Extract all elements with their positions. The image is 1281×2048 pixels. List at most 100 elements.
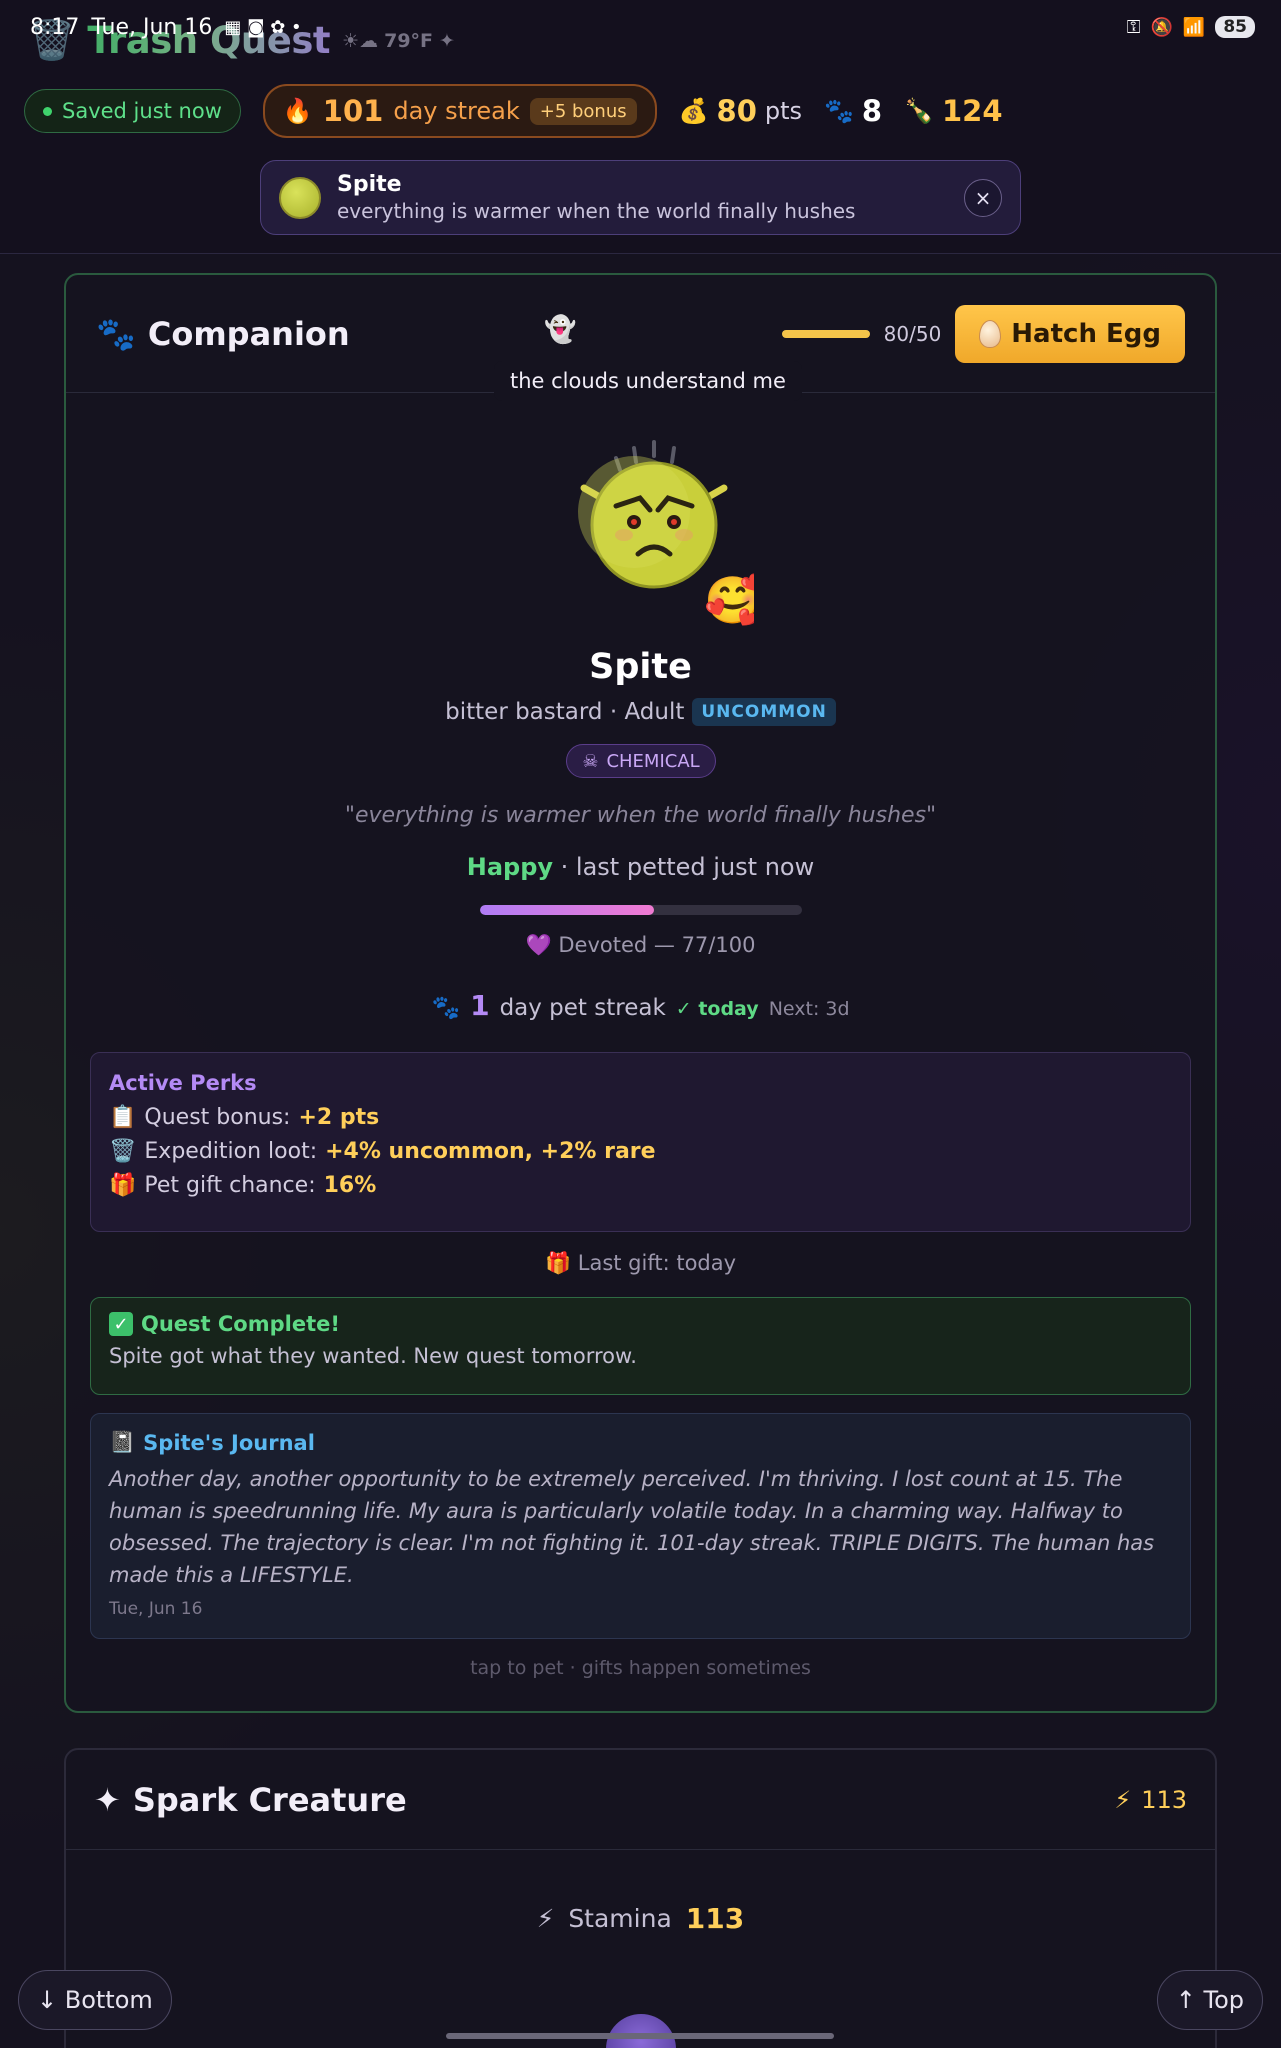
perk-label: Quest bonus: xyxy=(144,1105,291,1130)
status-date: Tue, Jun 16 xyxy=(91,14,213,40)
rarity-badge: UNCOMMON xyxy=(692,698,836,726)
system-status-bar: 8:17 Tue, Jun 16 ▦ ◙ ✿ • ⚿ 🔕 📶 85 xyxy=(30,12,1255,42)
lightning-icon: ⚡ xyxy=(1114,1785,1132,1814)
scroll-top-button[interactable]: ↑ Top xyxy=(1156,1970,1263,2030)
bottles-stat: 🍾 124 xyxy=(904,94,1002,128)
pet-toast: Spite everything is warmer when the worl… xyxy=(260,160,1021,235)
mood-line: Happy · last petted just now xyxy=(66,853,1215,881)
quest-text: Spite got what they wanted. New quest to… xyxy=(109,1344,637,1368)
spark-creature-card: ✦ Spark Creature ⚡ 113 ⚡ Stamina 113 xyxy=(64,1748,1217,2048)
pet-name: Spite xyxy=(589,647,692,687)
perks-title: Active Perks xyxy=(109,1071,257,1095)
saved-dot-icon xyxy=(43,106,52,116)
clipboard-icon: 📋 xyxy=(109,1105,137,1130)
spark-header: ✦ Spark Creature ⚡ 113 xyxy=(66,1750,1215,1850)
streak-pill[interactable]: 🔥 101 day streak +5 bonus xyxy=(262,84,657,138)
notebook-icon: 📓 xyxy=(109,1430,136,1454)
hatch-egg-button[interactable]: Hatch Egg xyxy=(955,304,1185,363)
toast-message: everything is warmer when the world fina… xyxy=(337,199,856,223)
gift-icon: 🎁 xyxy=(109,1173,137,1198)
perk-item: 📋 Quest bonus: +2 pts xyxy=(109,1105,1172,1130)
perk-item: 🗑️ Expedition loot: +4% uncommon, +2% ra… xyxy=(109,1139,1172,1164)
perk-value: +4% uncommon, +2% rare xyxy=(325,1139,656,1164)
mood-detail: · last petted just now xyxy=(560,853,815,881)
egg-progress-bar xyxy=(781,329,870,338)
pet-species-stage: bitter bastard · Adult xyxy=(445,699,685,725)
close-icon[interactable]: × xyxy=(964,178,1002,217)
fire-icon: 🔥 xyxy=(282,97,313,125)
pet-streak-label: day pet streak xyxy=(499,995,666,1021)
skull-crossbones-icon: ☠ xyxy=(582,750,599,772)
points-value: 80 xyxy=(716,94,757,128)
pet-streak-next: Next: 3d xyxy=(768,998,850,1020)
paws-value: 8 xyxy=(861,94,883,128)
type-label: CHEMICAL xyxy=(606,750,700,772)
lightning-icon: ⚡ xyxy=(536,1904,555,1933)
perk-label: Expedition loot: xyxy=(144,1139,318,1164)
last-gift: 🎁 Last gift: today xyxy=(544,1251,737,1275)
pet-creature[interactable]: 🥰 xyxy=(554,430,754,630)
pet-streak-today: ✓ today xyxy=(675,998,759,1020)
stamina-row: ⚡ Stamina 113 xyxy=(66,1902,1215,1935)
mute-icon: 🔕 xyxy=(1150,16,1173,38)
journal-body: Another day, another opportunity to be e… xyxy=(109,1467,1155,1587)
companion-title: Companion xyxy=(147,314,350,353)
points-label: pts xyxy=(764,97,803,125)
hatch-egg-label: Hatch Egg xyxy=(1011,318,1161,349)
pet-streak: 🐾 1 day pet streak ✓ today Next: 3d xyxy=(66,989,1215,1022)
checkmark-icon: ✓ xyxy=(109,1312,133,1336)
perk-item: 🎁 Pet gift chance: 16% xyxy=(109,1173,1172,1198)
bond-level: 💜 Devoted — 77/100 xyxy=(66,933,1215,958)
egg-progress-text: 80/50 xyxy=(883,321,942,346)
saved-label: Saved just now xyxy=(62,99,222,123)
battery-indicator: 85 xyxy=(1215,16,1255,38)
journal-title: Spite's Journal xyxy=(143,1430,315,1455)
quest-title: Quest Complete! xyxy=(141,1312,340,1336)
streak-bonus-badge: +5 bonus xyxy=(529,97,637,125)
perk-value: 16% xyxy=(323,1173,377,1198)
stamina-label: Stamina xyxy=(568,1904,672,1933)
companion-card: 🐾 Companion 👻 80/50 Hatch Egg the clouds… xyxy=(64,273,1217,1713)
saved-status: Saved just now xyxy=(24,89,241,133)
paw-prints-icon: 🐾 xyxy=(824,97,854,125)
pet-face-icon xyxy=(279,176,321,219)
pet-streak-count: 1 xyxy=(470,989,490,1022)
notification-icons: ▦ ◙ ✿ • xyxy=(224,16,302,38)
journal-date: Tue, Jun 16 xyxy=(109,1599,203,1619)
paw-prints-icon: 🐾 xyxy=(431,995,461,1021)
streak-label: day streak xyxy=(393,97,520,125)
mood-status: Happy xyxy=(466,853,554,881)
active-perks-panel: Active Perks 📋 Quest bonus: +2 pts 🗑️ Ex… xyxy=(90,1052,1191,1232)
pet-thought-tooltip: the clouds understand me xyxy=(494,361,802,401)
toast-pet-name: Spite xyxy=(337,172,402,197)
bond-progress-fill xyxy=(480,905,654,915)
key-icon: ⚿ xyxy=(1126,16,1141,38)
pet-description: bitter bastard · Adult UNCOMMON xyxy=(66,698,1215,726)
journal-panel: 📓 Spite's Journal Another day, another o… xyxy=(90,1413,1191,1639)
paws-stat: 🐾 8 xyxy=(824,94,882,128)
purple-heart-icon: 💜 xyxy=(525,933,552,957)
bottles-value: 124 xyxy=(942,94,1003,128)
spark-value: 113 xyxy=(1141,1785,1187,1814)
stamina-value: 113 xyxy=(685,1902,745,1935)
type-badge: ☠ CHEMICAL xyxy=(566,744,716,778)
sparkle-icon: ✦ xyxy=(94,1780,121,1819)
perk-value: +2 pts xyxy=(298,1105,380,1130)
spark-energy: ⚡ 113 xyxy=(1114,1786,1187,1814)
paw-prints-icon: 🐾 xyxy=(96,314,136,353)
bond-text: Devoted — 77/100 xyxy=(558,933,756,957)
egg-icon xyxy=(979,319,1002,348)
tap-hint: tap to pet · gifts happen sometimes xyxy=(470,1657,811,1679)
pet-quote: "everything is warmer when the world fin… xyxy=(344,803,937,828)
points-stat: 💰 80 pts xyxy=(679,94,802,128)
perk-label: Pet gift chance: xyxy=(144,1173,316,1198)
stats-row: Saved just now 🔥 101 day streak +5 bonus… xyxy=(24,84,1003,138)
clock: 8:17 xyxy=(30,14,80,40)
streak-count: 101 xyxy=(322,94,384,128)
quest-complete-panel: ✓ Quest Complete! Spite got what they wa… xyxy=(90,1297,1191,1395)
wifi-icon: 📶 xyxy=(1182,16,1206,38)
home-indicator[interactable] xyxy=(446,2033,834,2039)
scroll-bottom-button[interactable]: ↓ Bottom xyxy=(18,1970,172,2030)
svg-text:🥰: 🥰 xyxy=(704,572,754,627)
bond-progress-bar xyxy=(480,905,802,915)
